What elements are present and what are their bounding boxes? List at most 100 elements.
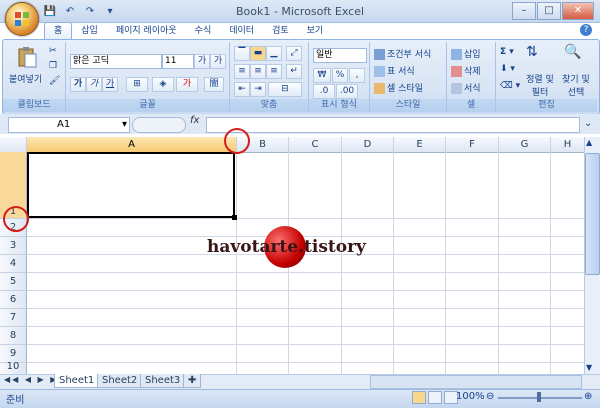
orientation-icon[interactable]: ⤢ bbox=[286, 46, 302, 61]
cell-styles-button[interactable]: 셀 스타일 bbox=[374, 81, 423, 94]
font-name-combo[interactable]: 맑은 고딕 bbox=[70, 54, 162, 69]
phonetic-icon[interactable]: 闇 bbox=[204, 77, 224, 92]
autosum-icon[interactable]: Σ ▾ bbox=[500, 47, 514, 57]
sort-filter-button[interactable]: 정렬 및 필터 bbox=[522, 72, 558, 98]
customize-qat-icon[interactable]: ▾ bbox=[102, 4, 118, 20]
align-left-icon[interactable]: ≡ bbox=[234, 64, 250, 79]
formula-bar-splitter[interactable] bbox=[132, 117, 186, 133]
align-center-icon[interactable]: ≡ bbox=[250, 64, 266, 79]
copy-icon[interactable]: ❐ bbox=[49, 61, 57, 71]
row-header-5[interactable]: 5 bbox=[0, 273, 27, 291]
cut-icon[interactable]: ✂ bbox=[49, 46, 57, 56]
column-header-g[interactable]: G bbox=[499, 137, 551, 152]
horizontal-scrollbar[interactable] bbox=[370, 375, 582, 389]
selected-cell-a1[interactable] bbox=[27, 152, 235, 218]
undo-icon[interactable]: ↶ bbox=[62, 4, 78, 20]
tab-review[interactable]: 검토 bbox=[263, 23, 298, 39]
format-painter-icon[interactable]: 🖌 bbox=[49, 76, 60, 86]
fill-icon[interactable]: ⬇ ▾ bbox=[500, 64, 515, 74]
align-right-icon[interactable]: ≡ bbox=[266, 64, 282, 79]
font-size-combo[interactable]: 11 bbox=[162, 54, 194, 69]
expand-formula-icon[interactable]: ⌄ bbox=[584, 118, 592, 129]
zoom-in-icon[interactable]: ⊕ bbox=[584, 391, 592, 402]
underline-icon[interactable]: 가 bbox=[102, 77, 118, 92]
shrink-font-icon[interactable]: 가 bbox=[210, 54, 226, 69]
row-header-4[interactable]: 4 bbox=[0, 255, 27, 273]
column-header-d[interactable]: D bbox=[342, 137, 394, 152]
sheet-tab-2[interactable]: Sheet2 bbox=[97, 374, 143, 388]
column-header-e[interactable]: E bbox=[394, 137, 446, 152]
name-box[interactable]: A1 ▾ bbox=[8, 117, 130, 133]
name-box-value: A1 bbox=[57, 119, 71, 130]
row-header-3[interactable]: 3 bbox=[0, 237, 27, 255]
redo-icon[interactable]: ↷ bbox=[82, 4, 98, 20]
tab-insert[interactable]: 삽입 bbox=[72, 23, 107, 39]
clear-icon[interactable]: ⌫ ▾ bbox=[500, 81, 520, 91]
wrap-text-icon[interactable]: ↵ bbox=[286, 64, 302, 79]
zoom-slider-thumb[interactable] bbox=[537, 392, 541, 402]
row-header-8[interactable]: 8 bbox=[0, 327, 27, 345]
row-header-6[interactable]: 6 bbox=[0, 291, 27, 309]
delete-button[interactable]: 삭제 bbox=[451, 64, 481, 77]
maximize-button[interactable]: □ bbox=[537, 2, 561, 20]
find-select-button[interactable]: 찾기 및 선택 bbox=[558, 72, 594, 98]
close-button[interactable]: ✕ bbox=[562, 2, 594, 20]
zoom-out-icon[interactable]: ⊖ bbox=[486, 391, 494, 402]
borders-icon[interactable]: ⊞ bbox=[126, 77, 148, 92]
chevron-down-icon[interactable]: ▾ bbox=[122, 118, 127, 132]
select-all-corner[interactable] bbox=[0, 137, 27, 152]
styles-group: 조건부 서식 표 서식 셀 스타일 스타일 bbox=[370, 42, 447, 112]
font-color-icon[interactable]: 가 bbox=[176, 77, 198, 92]
top-align-icon[interactable]: ▔ bbox=[234, 46, 250, 61]
normal-view-icon[interactable] bbox=[412, 391, 426, 404]
scroll-down-icon[interactable]: ▼ bbox=[586, 363, 592, 372]
office-button[interactable] bbox=[5, 2, 39, 36]
scroll-up-icon[interactable]: ▲ bbox=[586, 138, 592, 147]
insert-button[interactable]: 삽입 bbox=[451, 47, 481, 60]
currency-icon[interactable]: ₩ bbox=[313, 68, 331, 83]
comma-icon[interactable]: , bbox=[349, 68, 365, 83]
sheet-tab-1[interactable]: Sheet1 bbox=[54, 374, 100, 388]
sheet-tab-3[interactable]: Sheet3 bbox=[140, 374, 186, 388]
row-header-7[interactable]: 7 bbox=[0, 309, 27, 327]
sort-filter-icon[interactable]: ⇅ bbox=[526, 44, 538, 60]
format-button[interactable]: 서식 bbox=[451, 81, 481, 94]
merge-center-icon[interactable]: ⊟ bbox=[268, 82, 302, 97]
find-select-icon[interactable]: 🔍 bbox=[564, 44, 581, 60]
page-layout-view-icon[interactable] bbox=[428, 391, 442, 404]
insert-sheet-icon[interactable]: ✚ bbox=[183, 374, 202, 388]
bottom-align-icon[interactable]: ▁ bbox=[266, 46, 282, 61]
decrease-decimal-icon[interactable]: .00 bbox=[336, 84, 358, 99]
fill-handle[interactable] bbox=[232, 215, 237, 220]
minimize-button[interactable]: – bbox=[512, 2, 536, 20]
window-controls: – □ ✕ bbox=[512, 2, 594, 20]
percent-icon[interactable]: % bbox=[332, 68, 348, 83]
tab-formulas[interactable]: 수식 bbox=[186, 23, 221, 39]
increase-decimal-icon[interactable]: .0 bbox=[313, 84, 335, 99]
bold-icon[interactable]: 가 bbox=[70, 77, 86, 92]
conditional-format-button[interactable]: 조건부 서식 bbox=[374, 47, 431, 60]
column-header-h[interactable]: H bbox=[551, 137, 585, 152]
vertical-scroll-thumb[interactable] bbox=[585, 153, 600, 275]
increase-indent-icon[interactable]: ⇥ bbox=[250, 82, 266, 97]
column-header-f[interactable]: F bbox=[446, 137, 499, 152]
column-header-c[interactable]: C bbox=[289, 137, 342, 152]
save-icon[interactable]: 💾 bbox=[42, 4, 58, 20]
formula-input[interactable] bbox=[206, 117, 580, 133]
number-format-combo[interactable]: 일반 bbox=[313, 48, 367, 63]
column-header-a[interactable]: A bbox=[27, 137, 237, 152]
paste-button[interactable]: 붙여넣기 bbox=[9, 72, 42, 85]
tab-home[interactable]: 홈 bbox=[44, 22, 73, 39]
tab-view[interactable]: 보기 bbox=[298, 23, 333, 39]
grow-font-icon[interactable]: 가 bbox=[194, 54, 210, 69]
format-table-button[interactable]: 표 서식 bbox=[374, 64, 415, 77]
tab-data[interactable]: 데이터 bbox=[220, 23, 263, 39]
help-icon[interactable]: ? bbox=[580, 24, 592, 36]
middle-align-icon[interactable]: ▬ bbox=[250, 46, 266, 61]
insert-function-icon[interactable]: fx bbox=[190, 115, 202, 131]
fill-color-icon[interactable]: ◈ bbox=[152, 77, 174, 92]
decrease-indent-icon[interactable]: ⇤ bbox=[234, 82, 250, 97]
tab-page-layout[interactable]: 페이지 레이아웃 bbox=[107, 23, 186, 39]
paste-icon[interactable] bbox=[15, 46, 39, 68]
italic-icon[interactable]: 가 bbox=[86, 77, 102, 92]
